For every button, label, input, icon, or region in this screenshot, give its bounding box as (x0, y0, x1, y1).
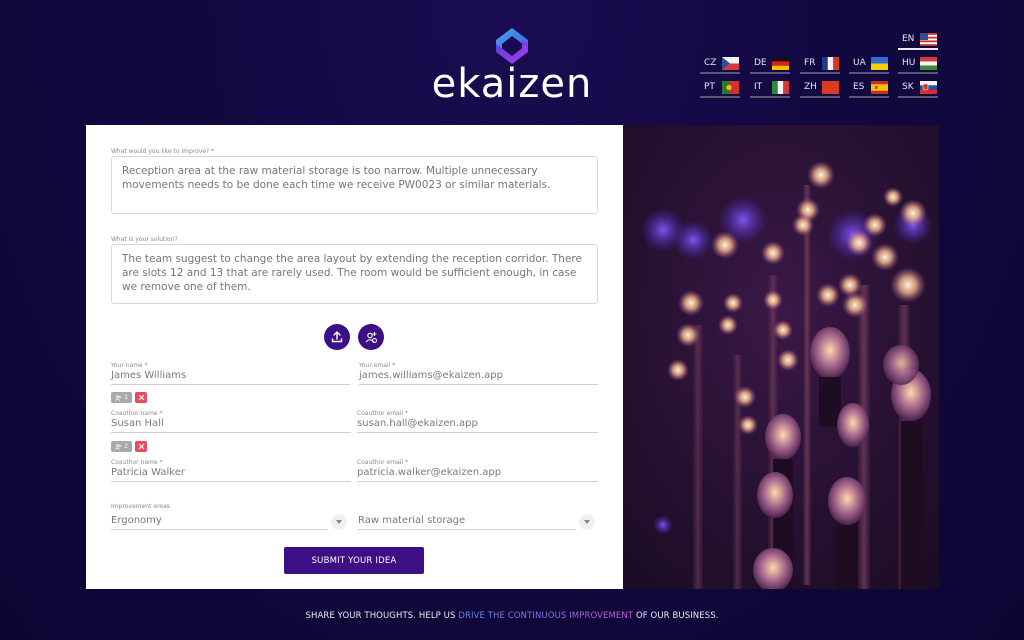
language-selector: EN CZ DE FR UA HU PT IT ZH ES SK (700, 30, 940, 100)
us-flag-icon (920, 32, 937, 46)
lang-hu[interactable]: HU (898, 54, 938, 74)
brand-name: ekaizen (431, 61, 593, 107)
italy-flag-icon (772, 80, 789, 94)
lang-code: DE (754, 58, 767, 68)
lang-code: PT (704, 82, 715, 92)
lang-ua[interactable]: UA (849, 54, 889, 74)
add-coauthor-button[interactable] (358, 324, 384, 350)
chevron-down-icon (336, 520, 342, 524)
area-primary-select[interactable]: Ergonomy (111, 514, 328, 530)
close-icon (138, 443, 144, 450)
solution-textarea[interactable]: The team suggest to change the area layo… (111, 244, 598, 304)
lang-code: HU (902, 58, 916, 68)
lang-code: SK (902, 82, 914, 92)
improve-textarea[interactable]: Reception area at the raw material stora… (111, 156, 598, 214)
lang-code: IT (754, 82, 763, 92)
your-email-input[interactable]: james.williams@ekaizen.app (359, 369, 598, 385)
hungary-flag-icon (920, 56, 937, 70)
light-bulbs-image (623, 125, 939, 589)
czech-flag-icon (722, 56, 739, 70)
upload-icon (331, 331, 343, 343)
your-name-input[interactable]: James Williams (111, 369, 350, 385)
people-icon (115, 394, 122, 401)
portugal-flag-icon (722, 80, 739, 94)
coauthor-badge: 1 (111, 392, 132, 403)
lang-de[interactable]: DE (750, 54, 790, 74)
area-secondary-dropdown-button[interactable] (579, 514, 595, 530)
lang-zh[interactable]: ZH (800, 78, 840, 98)
lang-it[interactable]: IT (750, 78, 790, 98)
upload-attachment-button[interactable] (324, 324, 350, 350)
area-secondary-select[interactable]: Raw material storage (358, 514, 576, 530)
coauthor-email-input[interactable]: patricia.walker@ekaizen.app (357, 466, 598, 482)
improve-label: What would you like to improve? * (111, 148, 215, 155)
coauthor-number: 2 (124, 443, 128, 450)
submit-idea-button[interactable]: SUBMIT YOUR IDEA (284, 547, 424, 574)
your-name-label: Your name * (111, 362, 148, 369)
coauthor-badge: 2 (111, 441, 132, 452)
brand-logo: ekaizen (428, 26, 596, 106)
add-coauthor-icon (365, 331, 377, 343)
remove-coauthor-button[interactable] (135, 392, 147, 403)
area-primary-dropdown-button[interactable] (331, 514, 347, 530)
coauthor-number: 1 (124, 394, 128, 401)
tagline-highlight: DRIVE THE CONTINUOUS IMPROVEMENT (458, 611, 634, 621)
lang-pt[interactable]: PT (700, 78, 740, 98)
solution-label: What is your solution? (111, 236, 178, 243)
lang-code: UA (853, 58, 866, 68)
lang-code: FR (804, 58, 816, 68)
ukraine-flag-icon (871, 56, 888, 70)
coauthor-email-label: Coauthor email * (357, 410, 408, 417)
france-flag-icon (822, 56, 839, 70)
tagline-end: OF OUR BUSINESS. (633, 611, 719, 621)
improvement-areas-label: Improvement areas (111, 503, 170, 510)
lang-es[interactable]: ES (849, 78, 889, 98)
lang-fr[interactable]: FR (800, 54, 840, 74)
coauthor-name-input[interactable]: Susan Hall (111, 417, 351, 433)
people-icon (115, 443, 122, 450)
ekaizen-cube-logo-icon (496, 28, 528, 64)
lang-code: ZH (804, 82, 817, 92)
lang-code: ES (853, 82, 865, 92)
china-flag-icon (822, 80, 839, 94)
hero-image (623, 125, 939, 589)
lang-code: CZ (704, 58, 717, 68)
coauthor-email-input[interactable]: susan.hall@ekaizen.app (357, 417, 598, 433)
germany-flag-icon (772, 56, 789, 70)
slovakia-flag-icon (920, 80, 937, 94)
spain-flag-icon (871, 80, 888, 94)
coauthor-email-label: Coauthor email * (357, 459, 408, 466)
your-email-label: Your email * (359, 362, 396, 369)
lang-en[interactable]: EN (898, 30, 938, 50)
chevron-down-icon (584, 520, 590, 524)
tagline-start: SHARE YOUR THOUGHTS. HELP US (305, 611, 459, 621)
lang-cz[interactable]: CZ (700, 54, 740, 74)
coauthor-name-label: Coauthor name * (111, 459, 163, 466)
lang-code: EN (902, 34, 915, 44)
close-icon (138, 394, 144, 401)
remove-coauthor-button[interactable] (135, 441, 147, 452)
coauthor-name-label: Coauthor name * (111, 410, 163, 417)
lang-sk[interactable]: SK (898, 78, 938, 98)
coauthor-name-input[interactable]: Patricia Walker (111, 466, 351, 482)
footer-tagline: SHARE YOUR THOUGHTS. HELP US DRIVE THE C… (0, 611, 1024, 621)
